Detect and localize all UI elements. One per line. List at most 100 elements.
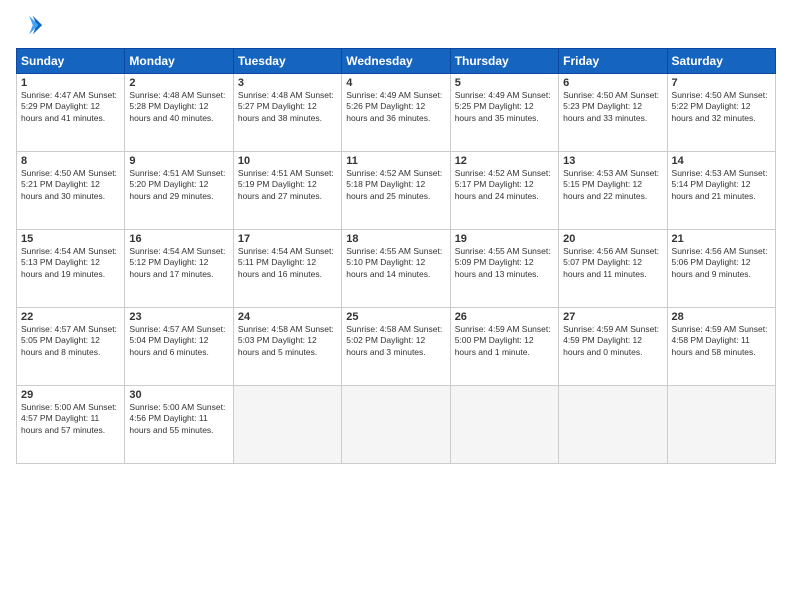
day-number: 9 (129, 155, 228, 167)
day-number: 27 (563, 311, 662, 323)
day-number: 5 (455, 77, 554, 89)
header (16, 12, 776, 40)
day-info: Sunrise: 5:00 AM Sunset: 4:57 PM Dayligh… (21, 402, 120, 436)
day-info: Sunrise: 4:54 AM Sunset: 5:12 PM Dayligh… (129, 246, 228, 280)
day-info: Sunrise: 4:51 AM Sunset: 5:20 PM Dayligh… (129, 168, 228, 202)
calendar-day-cell: 19Sunrise: 4:55 AM Sunset: 5:09 PM Dayli… (450, 230, 558, 308)
day-number: 7 (672, 77, 771, 89)
day-info: Sunrise: 4:58 AM Sunset: 5:02 PM Dayligh… (346, 324, 445, 358)
day-number: 13 (563, 155, 662, 167)
day-number: 6 (563, 77, 662, 89)
calendar-header-cell: Monday (125, 49, 233, 74)
day-number: 15 (21, 233, 120, 245)
calendar-week-row: 15Sunrise: 4:54 AM Sunset: 5:13 PM Dayli… (17, 230, 776, 308)
calendar-header-cell: Wednesday (342, 49, 450, 74)
calendar-day-cell: 11Sunrise: 4:52 AM Sunset: 5:18 PM Dayli… (342, 152, 450, 230)
day-info: Sunrise: 4:50 AM Sunset: 5:23 PM Dayligh… (563, 90, 662, 124)
calendar-day-cell: 16Sunrise: 4:54 AM Sunset: 5:12 PM Dayli… (125, 230, 233, 308)
day-info: Sunrise: 4:53 AM Sunset: 5:15 PM Dayligh… (563, 168, 662, 202)
calendar-day-cell: 29Sunrise: 5:00 AM Sunset: 4:57 PM Dayli… (17, 386, 125, 464)
calendar-body: 1Sunrise: 4:47 AM Sunset: 5:29 PM Daylig… (17, 74, 776, 464)
calendar-day-cell (450, 386, 558, 464)
day-info: Sunrise: 4:52 AM Sunset: 5:18 PM Dayligh… (346, 168, 445, 202)
calendar-day-cell: 10Sunrise: 4:51 AM Sunset: 5:19 PM Dayli… (233, 152, 341, 230)
calendar-day-cell: 25Sunrise: 4:58 AM Sunset: 5:02 PM Dayli… (342, 308, 450, 386)
day-info: Sunrise: 4:59 AM Sunset: 4:59 PM Dayligh… (563, 324, 662, 358)
day-info: Sunrise: 4:55 AM Sunset: 5:10 PM Dayligh… (346, 246, 445, 280)
calendar-day-cell: 12Sunrise: 4:52 AM Sunset: 5:17 PM Dayli… (450, 152, 558, 230)
day-info: Sunrise: 4:53 AM Sunset: 5:14 PM Dayligh… (672, 168, 771, 202)
calendar-day-cell (233, 386, 341, 464)
day-info: Sunrise: 4:58 AM Sunset: 5:03 PM Dayligh… (238, 324, 337, 358)
day-number: 30 (129, 389, 228, 401)
calendar-day-cell: 7Sunrise: 4:50 AM Sunset: 5:22 PM Daylig… (667, 74, 775, 152)
calendar-day-cell: 24Sunrise: 4:58 AM Sunset: 5:03 PM Dayli… (233, 308, 341, 386)
day-number: 2 (129, 77, 228, 89)
calendar-day-cell: 1Sunrise: 4:47 AM Sunset: 5:29 PM Daylig… (17, 74, 125, 152)
day-info: Sunrise: 4:59 AM Sunset: 5:00 PM Dayligh… (455, 324, 554, 358)
calendar-header-cell: Saturday (667, 49, 775, 74)
day-number: 28 (672, 311, 771, 323)
calendar-day-cell: 4Sunrise: 4:49 AM Sunset: 5:26 PM Daylig… (342, 74, 450, 152)
day-info: Sunrise: 4:49 AM Sunset: 5:26 PM Dayligh… (346, 90, 445, 124)
day-info: Sunrise: 4:54 AM Sunset: 5:11 PM Dayligh… (238, 246, 337, 280)
calendar-day-cell: 27Sunrise: 4:59 AM Sunset: 4:59 PM Dayli… (559, 308, 667, 386)
day-number: 20 (563, 233, 662, 245)
calendar-day-cell: 21Sunrise: 4:56 AM Sunset: 5:06 PM Dayli… (667, 230, 775, 308)
day-number: 22 (21, 311, 120, 323)
day-number: 26 (455, 311, 554, 323)
day-number: 19 (455, 233, 554, 245)
day-number: 16 (129, 233, 228, 245)
calendar-day-cell: 18Sunrise: 4:55 AM Sunset: 5:10 PM Dayli… (342, 230, 450, 308)
calendar-day-cell: 28Sunrise: 4:59 AM Sunset: 4:58 PM Dayli… (667, 308, 775, 386)
day-info: Sunrise: 4:54 AM Sunset: 5:13 PM Dayligh… (21, 246, 120, 280)
day-number: 29 (21, 389, 120, 401)
calendar-day-cell: 8Sunrise: 4:50 AM Sunset: 5:21 PM Daylig… (17, 152, 125, 230)
calendar-day-cell: 14Sunrise: 4:53 AM Sunset: 5:14 PM Dayli… (667, 152, 775, 230)
day-info: Sunrise: 4:57 AM Sunset: 5:05 PM Dayligh… (21, 324, 120, 358)
calendar-day-cell: 30Sunrise: 5:00 AM Sunset: 4:56 PM Dayli… (125, 386, 233, 464)
calendar-day-cell: 26Sunrise: 4:59 AM Sunset: 5:00 PM Dayli… (450, 308, 558, 386)
calendar-week-row: 29Sunrise: 5:00 AM Sunset: 4:57 PM Dayli… (17, 386, 776, 464)
day-info: Sunrise: 4:48 AM Sunset: 5:27 PM Dayligh… (238, 90, 337, 124)
day-info: Sunrise: 4:57 AM Sunset: 5:04 PM Dayligh… (129, 324, 228, 358)
day-number: 17 (238, 233, 337, 245)
calendar-week-row: 8Sunrise: 4:50 AM Sunset: 5:21 PM Daylig… (17, 152, 776, 230)
calendar-day-cell: 20Sunrise: 4:56 AM Sunset: 5:07 PM Dayli… (559, 230, 667, 308)
day-number: 18 (346, 233, 445, 245)
calendar-day-cell (559, 386, 667, 464)
calendar-day-cell: 6Sunrise: 4:50 AM Sunset: 5:23 PM Daylig… (559, 74, 667, 152)
calendar-week-row: 22Sunrise: 4:57 AM Sunset: 5:05 PM Dayli… (17, 308, 776, 386)
logo-icon (16, 12, 44, 40)
calendar-header-cell: Friday (559, 49, 667, 74)
day-number: 3 (238, 77, 337, 89)
calendar-day-cell: 9Sunrise: 4:51 AM Sunset: 5:20 PM Daylig… (125, 152, 233, 230)
day-info: Sunrise: 4:50 AM Sunset: 5:22 PM Dayligh… (672, 90, 771, 124)
calendar-day-cell: 22Sunrise: 4:57 AM Sunset: 5:05 PM Dayli… (17, 308, 125, 386)
calendar-day-cell: 3Sunrise: 4:48 AM Sunset: 5:27 PM Daylig… (233, 74, 341, 152)
calendar-table: SundayMondayTuesdayWednesdayThursdayFrid… (16, 48, 776, 464)
day-number: 25 (346, 311, 445, 323)
day-info: Sunrise: 4:52 AM Sunset: 5:17 PM Dayligh… (455, 168, 554, 202)
day-info: Sunrise: 4:56 AM Sunset: 5:07 PM Dayligh… (563, 246, 662, 280)
calendar-header-row: SundayMondayTuesdayWednesdayThursdayFrid… (17, 49, 776, 74)
calendar-header-cell: Sunday (17, 49, 125, 74)
calendar-day-cell: 17Sunrise: 4:54 AM Sunset: 5:11 PM Dayli… (233, 230, 341, 308)
calendar-header-cell: Tuesday (233, 49, 341, 74)
calendar-week-row: 1Sunrise: 4:47 AM Sunset: 5:29 PM Daylig… (17, 74, 776, 152)
calendar-header-cell: Thursday (450, 49, 558, 74)
day-info: Sunrise: 4:55 AM Sunset: 5:09 PM Dayligh… (455, 246, 554, 280)
day-info: Sunrise: 4:47 AM Sunset: 5:29 PM Dayligh… (21, 90, 120, 124)
day-number: 11 (346, 155, 445, 167)
calendar-day-cell: 2Sunrise: 4:48 AM Sunset: 5:28 PM Daylig… (125, 74, 233, 152)
day-info: Sunrise: 4:59 AM Sunset: 4:58 PM Dayligh… (672, 324, 771, 358)
day-number: 21 (672, 233, 771, 245)
day-info: Sunrise: 4:49 AM Sunset: 5:25 PM Dayligh… (455, 90, 554, 124)
calendar-day-cell: 15Sunrise: 4:54 AM Sunset: 5:13 PM Dayli… (17, 230, 125, 308)
page-container: SundayMondayTuesdayWednesdayThursdayFrid… (0, 0, 792, 476)
calendar-day-cell (342, 386, 450, 464)
calendar-day-cell: 23Sunrise: 4:57 AM Sunset: 5:04 PM Dayli… (125, 308, 233, 386)
day-info: Sunrise: 4:50 AM Sunset: 5:21 PM Dayligh… (21, 168, 120, 202)
calendar-day-cell: 13Sunrise: 4:53 AM Sunset: 5:15 PM Dayli… (559, 152, 667, 230)
day-number: 23 (129, 311, 228, 323)
